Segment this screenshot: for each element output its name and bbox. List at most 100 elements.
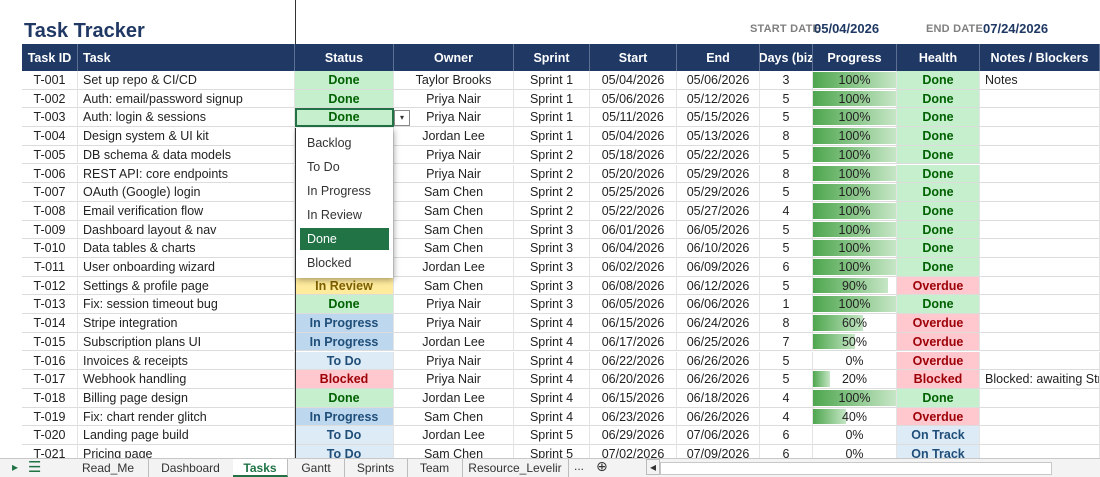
cell-notes[interactable] [980, 407, 1100, 427]
cell-progress[interactable]: 100% [813, 145, 897, 165]
cell-sprint[interactable]: Sprint 2 [514, 183, 590, 202]
cell-days[interactable]: 6 [760, 426, 813, 445]
cell-status[interactable]: Done [295, 295, 394, 315]
cell-health[interactable]: Overdue [897, 276, 980, 296]
cell-sprint[interactable]: Sprint 2 [514, 145, 590, 165]
cell-end[interactable]: 07/06/2026 [677, 426, 760, 445]
column-header-start[interactable]: Start [590, 44, 677, 71]
cell-start[interactable]: 06/23/2026 [590, 407, 677, 427]
cell-notes[interactable] [980, 201, 1100, 221]
cell-notes[interactable]: Notes [980, 71, 1100, 90]
cell-sprint[interactable]: Sprint 1 [514, 108, 590, 128]
cell-progress[interactable]: 100% [813, 239, 897, 258]
cell-sprint[interactable]: Sprint 4 [514, 370, 590, 389]
cell-progress[interactable]: 100% [813, 127, 897, 146]
cell-id[interactable]: T-011 [22, 258, 78, 277]
cell-notes[interactable] [980, 314, 1100, 333]
cell-task[interactable]: Billing page design [78, 388, 295, 408]
cell-progress[interactable]: 100% [813, 108, 897, 128]
dropdown-option-blocked[interactable]: Blocked [300, 252, 389, 274]
cell-days[interactable]: 8 [760, 127, 813, 146]
cell-notes[interactable] [980, 258, 1100, 277]
cell-start[interactable]: 06/01/2026 [590, 220, 677, 240]
cell-id[interactable]: T-007 [22, 183, 78, 202]
sheet-play-icon[interactable]: ▸ [12, 460, 22, 474]
cell-sprint[interactable]: Sprint 2 [514, 164, 590, 184]
cell-end[interactable]: 06/10/2026 [677, 239, 760, 258]
cell-status[interactable]: Done [295, 388, 394, 408]
cell-progress[interactable]: 100% [813, 164, 897, 184]
cell-progress[interactable]: 90% [813, 276, 897, 296]
cell-status[interactable]: In Progress [295, 407, 394, 427]
cell-notes[interactable] [980, 127, 1100, 146]
cell-owner[interactable]: Priya Nair [394, 295, 514, 315]
cell-task[interactable]: Auth: email/password signup [78, 89, 295, 109]
cell-owner[interactable]: Priya Nair [394, 108, 514, 128]
cell-sprint[interactable]: Sprint 4 [514, 407, 590, 427]
cell-status[interactable]: Done [295, 71, 394, 90]
cell-owner[interactable]: Sam Chen [394, 407, 514, 427]
cell-task[interactable]: Settings & profile page [78, 276, 295, 296]
cell-owner[interactable]: Priya Nair [394, 351, 514, 371]
cell-end[interactable]: 06/26/2026 [677, 370, 760, 389]
cell-notes[interactable] [980, 89, 1100, 109]
cell-start[interactable]: 05/04/2026 [590, 71, 677, 90]
cell-owner[interactable]: Priya Nair [394, 164, 514, 184]
cell-id[interactable]: T-013 [22, 295, 78, 315]
cell-notes[interactable] [980, 108, 1100, 128]
cell-end[interactable]: 05/29/2026 [677, 183, 760, 202]
cell-start[interactable]: 06/20/2026 [590, 370, 677, 389]
cell-id[interactable]: T-017 [22, 370, 78, 389]
cell-task[interactable]: User onboarding wizard [78, 258, 295, 277]
column-header-health[interactable]: Health [897, 44, 980, 71]
cell-health[interactable]: Done [897, 108, 980, 128]
sheet-tab-read-me[interactable]: Read_Me [68, 459, 149, 477]
cell-health[interactable]: Overdue [897, 314, 980, 333]
dropdown-option-done[interactable]: Done [300, 228, 389, 250]
cell-progress[interactable]: 0% [813, 445, 897, 464]
cell-progress[interactable]: 50% [813, 332, 897, 352]
cell-status[interactable]: Blocked [295, 370, 394, 389]
cell-status[interactable]: In Progress [295, 332, 394, 352]
cell-health[interactable]: Done [897, 295, 980, 315]
cell-days[interactable]: 1 [760, 295, 813, 315]
cell-status[interactable]: To Do [295, 351, 394, 371]
cell-task[interactable]: OAuth (Google) login [78, 183, 295, 202]
sheet-tab-dashboard[interactable]: Dashboard [148, 459, 234, 477]
cell-task[interactable]: REST API: core endpoints [78, 164, 295, 184]
cell-owner[interactable]: Sam Chen [394, 276, 514, 296]
cell-task[interactable]: Dashboard layout & nav [78, 220, 295, 240]
column-header-days[interactable]: Days (biz [760, 44, 813, 71]
column-header-sprint[interactable]: Sprint [514, 44, 590, 71]
cell-task[interactable]: Email verification flow [78, 201, 295, 221]
cell-start[interactable]: 06/02/2026 [590, 258, 677, 277]
cell-end[interactable]: 06/24/2026 [677, 314, 760, 333]
cell-end[interactable]: 06/06/2026 [677, 295, 760, 315]
sheet-tab-sprints[interactable]: Sprints [344, 459, 408, 477]
cell-sprint[interactable]: Sprint 3 [514, 220, 590, 240]
cell-health[interactable]: Done [897, 201, 980, 221]
column-header-task[interactable]: Task [78, 44, 295, 71]
cell-end[interactable]: 05/12/2026 [677, 89, 760, 109]
cell-days[interactable]: 5 [760, 89, 813, 109]
cell-health[interactable]: On Track [897, 426, 980, 445]
cell-progress[interactable]: 100% [813, 71, 897, 90]
column-header-id[interactable]: Task ID [22, 44, 78, 71]
cell-sprint[interactable]: Sprint 4 [514, 332, 590, 352]
scroll-left-icon[interactable]: ◂ [646, 459, 660, 475]
cell-end[interactable]: 06/09/2026 [677, 258, 760, 277]
cell-owner[interactable]: Jordan Lee [394, 426, 514, 445]
cell-id[interactable]: T-008 [22, 201, 78, 221]
cell-sprint[interactable]: Sprint 4 [514, 351, 590, 371]
cell-days[interactable]: 5 [760, 183, 813, 202]
cell-start[interactable]: 06/04/2026 [590, 239, 677, 258]
cell-health[interactable]: Done [897, 89, 980, 109]
cell-end[interactable]: 05/15/2026 [677, 108, 760, 128]
cell-health[interactable]: Done [897, 164, 980, 184]
cell-sprint[interactable]: Sprint 4 [514, 388, 590, 408]
cell-start[interactable]: 05/20/2026 [590, 164, 677, 184]
column-header-status[interactable]: Status [295, 44, 394, 71]
cell-health[interactable]: Overdue [897, 332, 980, 352]
cell-health[interactable]: Done [897, 127, 980, 146]
cell-task[interactable]: Invoices & receipts [78, 351, 295, 371]
